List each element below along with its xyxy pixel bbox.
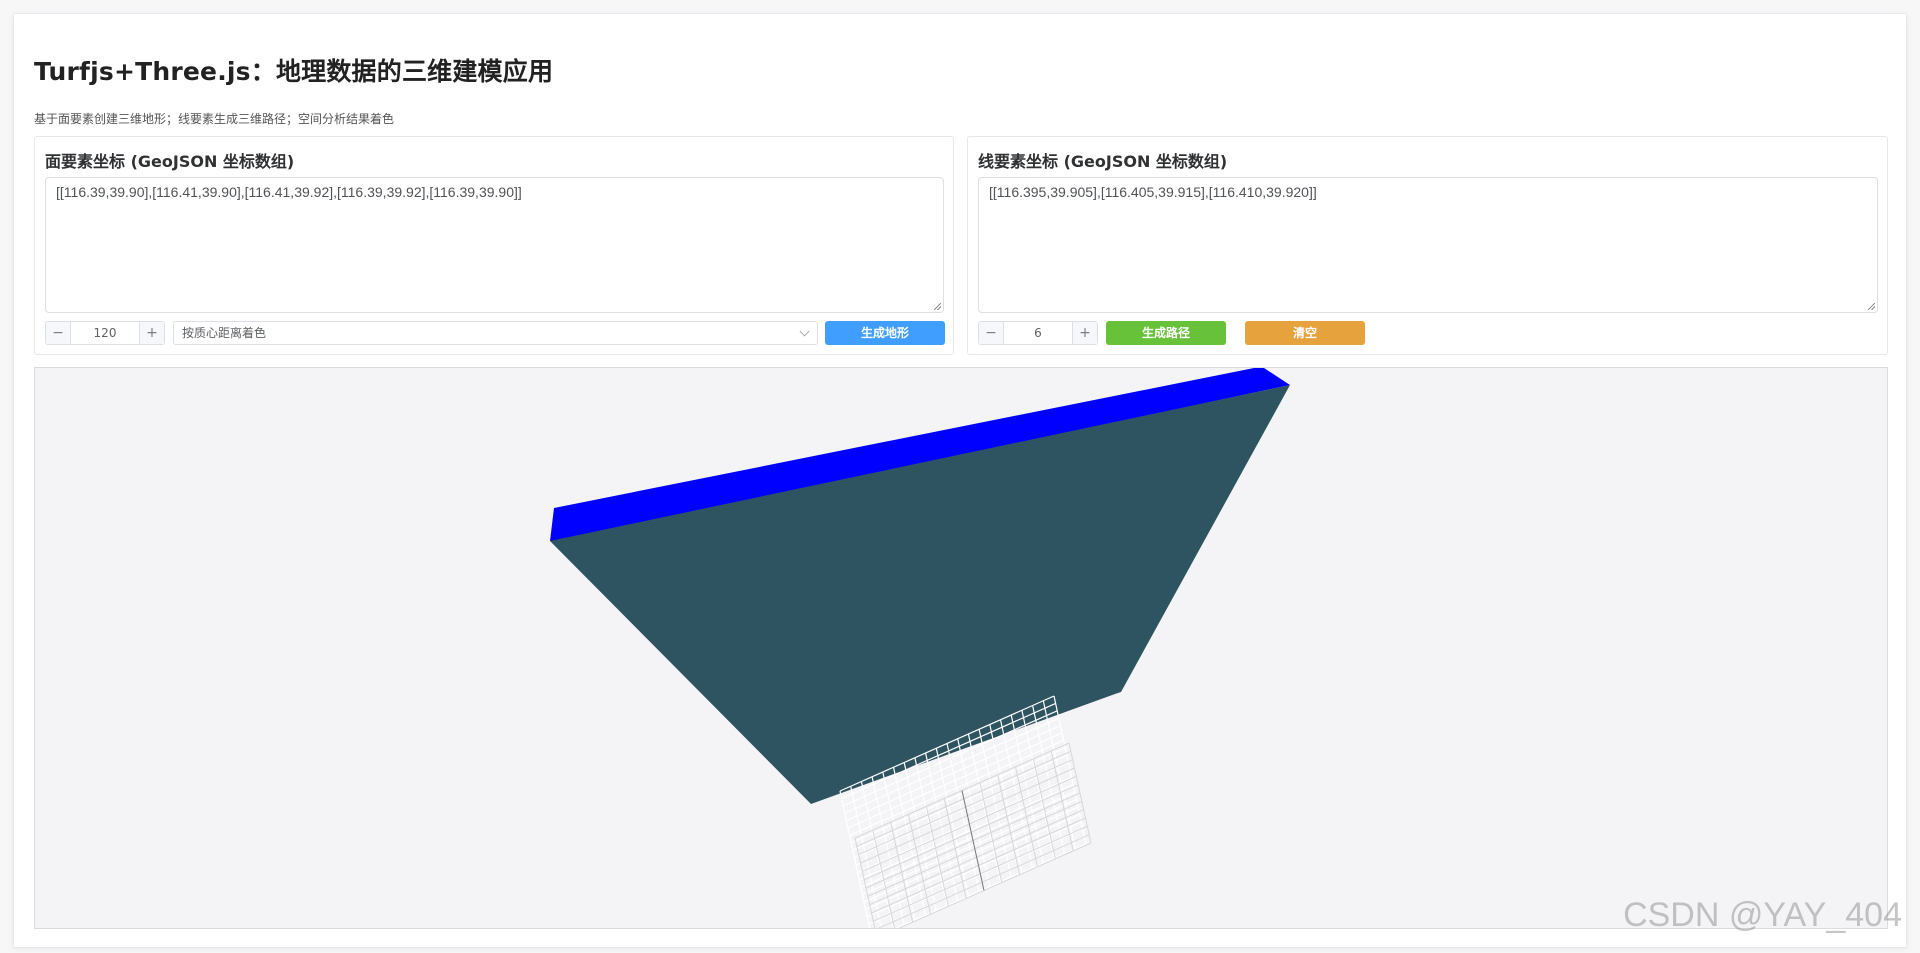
polygon-coordinates-text: [[116.39,39.90],[116.41,39.90],[116.41,3…	[56, 184, 522, 200]
grid-line	[868, 828, 1084, 925]
path-width-stepper[interactable]: − 6 +	[978, 321, 1098, 345]
clear-button[interactable]: 清空	[1245, 321, 1365, 345]
generate-terrain-button[interactable]: 生成地形	[825, 321, 945, 345]
path-width-decrement-button[interactable]: −	[979, 322, 1004, 344]
page-title: Turfjs+Three.js：地理数据的三维建模应用	[34, 57, 554, 86]
app-card: Turfjs+Three.js：地理数据的三维建模应用 基于面要素创建三维地形；…	[13, 13, 1907, 948]
path-width-increment-button[interactable]: +	[1072, 322, 1097, 344]
polygon-panel-title: 面要素坐标 (GeoJSON 坐标数组)	[45, 152, 295, 171]
height-value-input[interactable]: 120	[71, 322, 139, 344]
height-stepper[interactable]: − 120 +	[45, 321, 165, 345]
page-subtitle: 基于面要素创建三维地形；线要素生成三维路径；空间分析结果着色	[34, 112, 395, 126]
resize-handle-icon[interactable]	[934, 303, 941, 310]
polygon-panel: 面要素坐标 (GeoJSON 坐标数组) [[116.39,39.90],[11…	[34, 136, 954, 355]
line-coordinates-textarea[interactable]: [[116.395,39.905],[116.405,39.915],[116.…	[978, 177, 1878, 313]
line-panel-title: 线要素坐标 (GeoJSON 坐标数组)	[978, 152, 1228, 171]
color-mode-select[interactable]: 按质心距离着色	[173, 321, 818, 345]
watermark: CSDN @YAY_404	[1623, 896, 1902, 934]
generate-path-button[interactable]: 生成路径	[1106, 321, 1226, 345]
path-width-value-input[interactable]: 6	[1004, 322, 1072, 344]
3d-scene	[550, 368, 1290, 928]
line-panel: 线要素坐标 (GeoJSON 坐标数组) [[116.395,39.905],[…	[967, 136, 1888, 355]
3d-viewport-canvas[interactable]	[34, 367, 1888, 929]
height-increment-button[interactable]: +	[139, 322, 164, 344]
chevron-down-icon	[799, 326, 810, 337]
color-mode-selected: 按质心距离着色	[182, 326, 267, 340]
polygon-coordinates-textarea[interactable]: [[116.39,39.90],[116.41,39.90],[116.41,3…	[45, 177, 944, 313]
line-coordinates-text: [[116.395,39.905],[116.405,39.915],[116.…	[989, 184, 1317, 200]
resize-handle-icon[interactable]	[1868, 303, 1875, 310]
height-decrement-button[interactable]: −	[46, 322, 71, 344]
